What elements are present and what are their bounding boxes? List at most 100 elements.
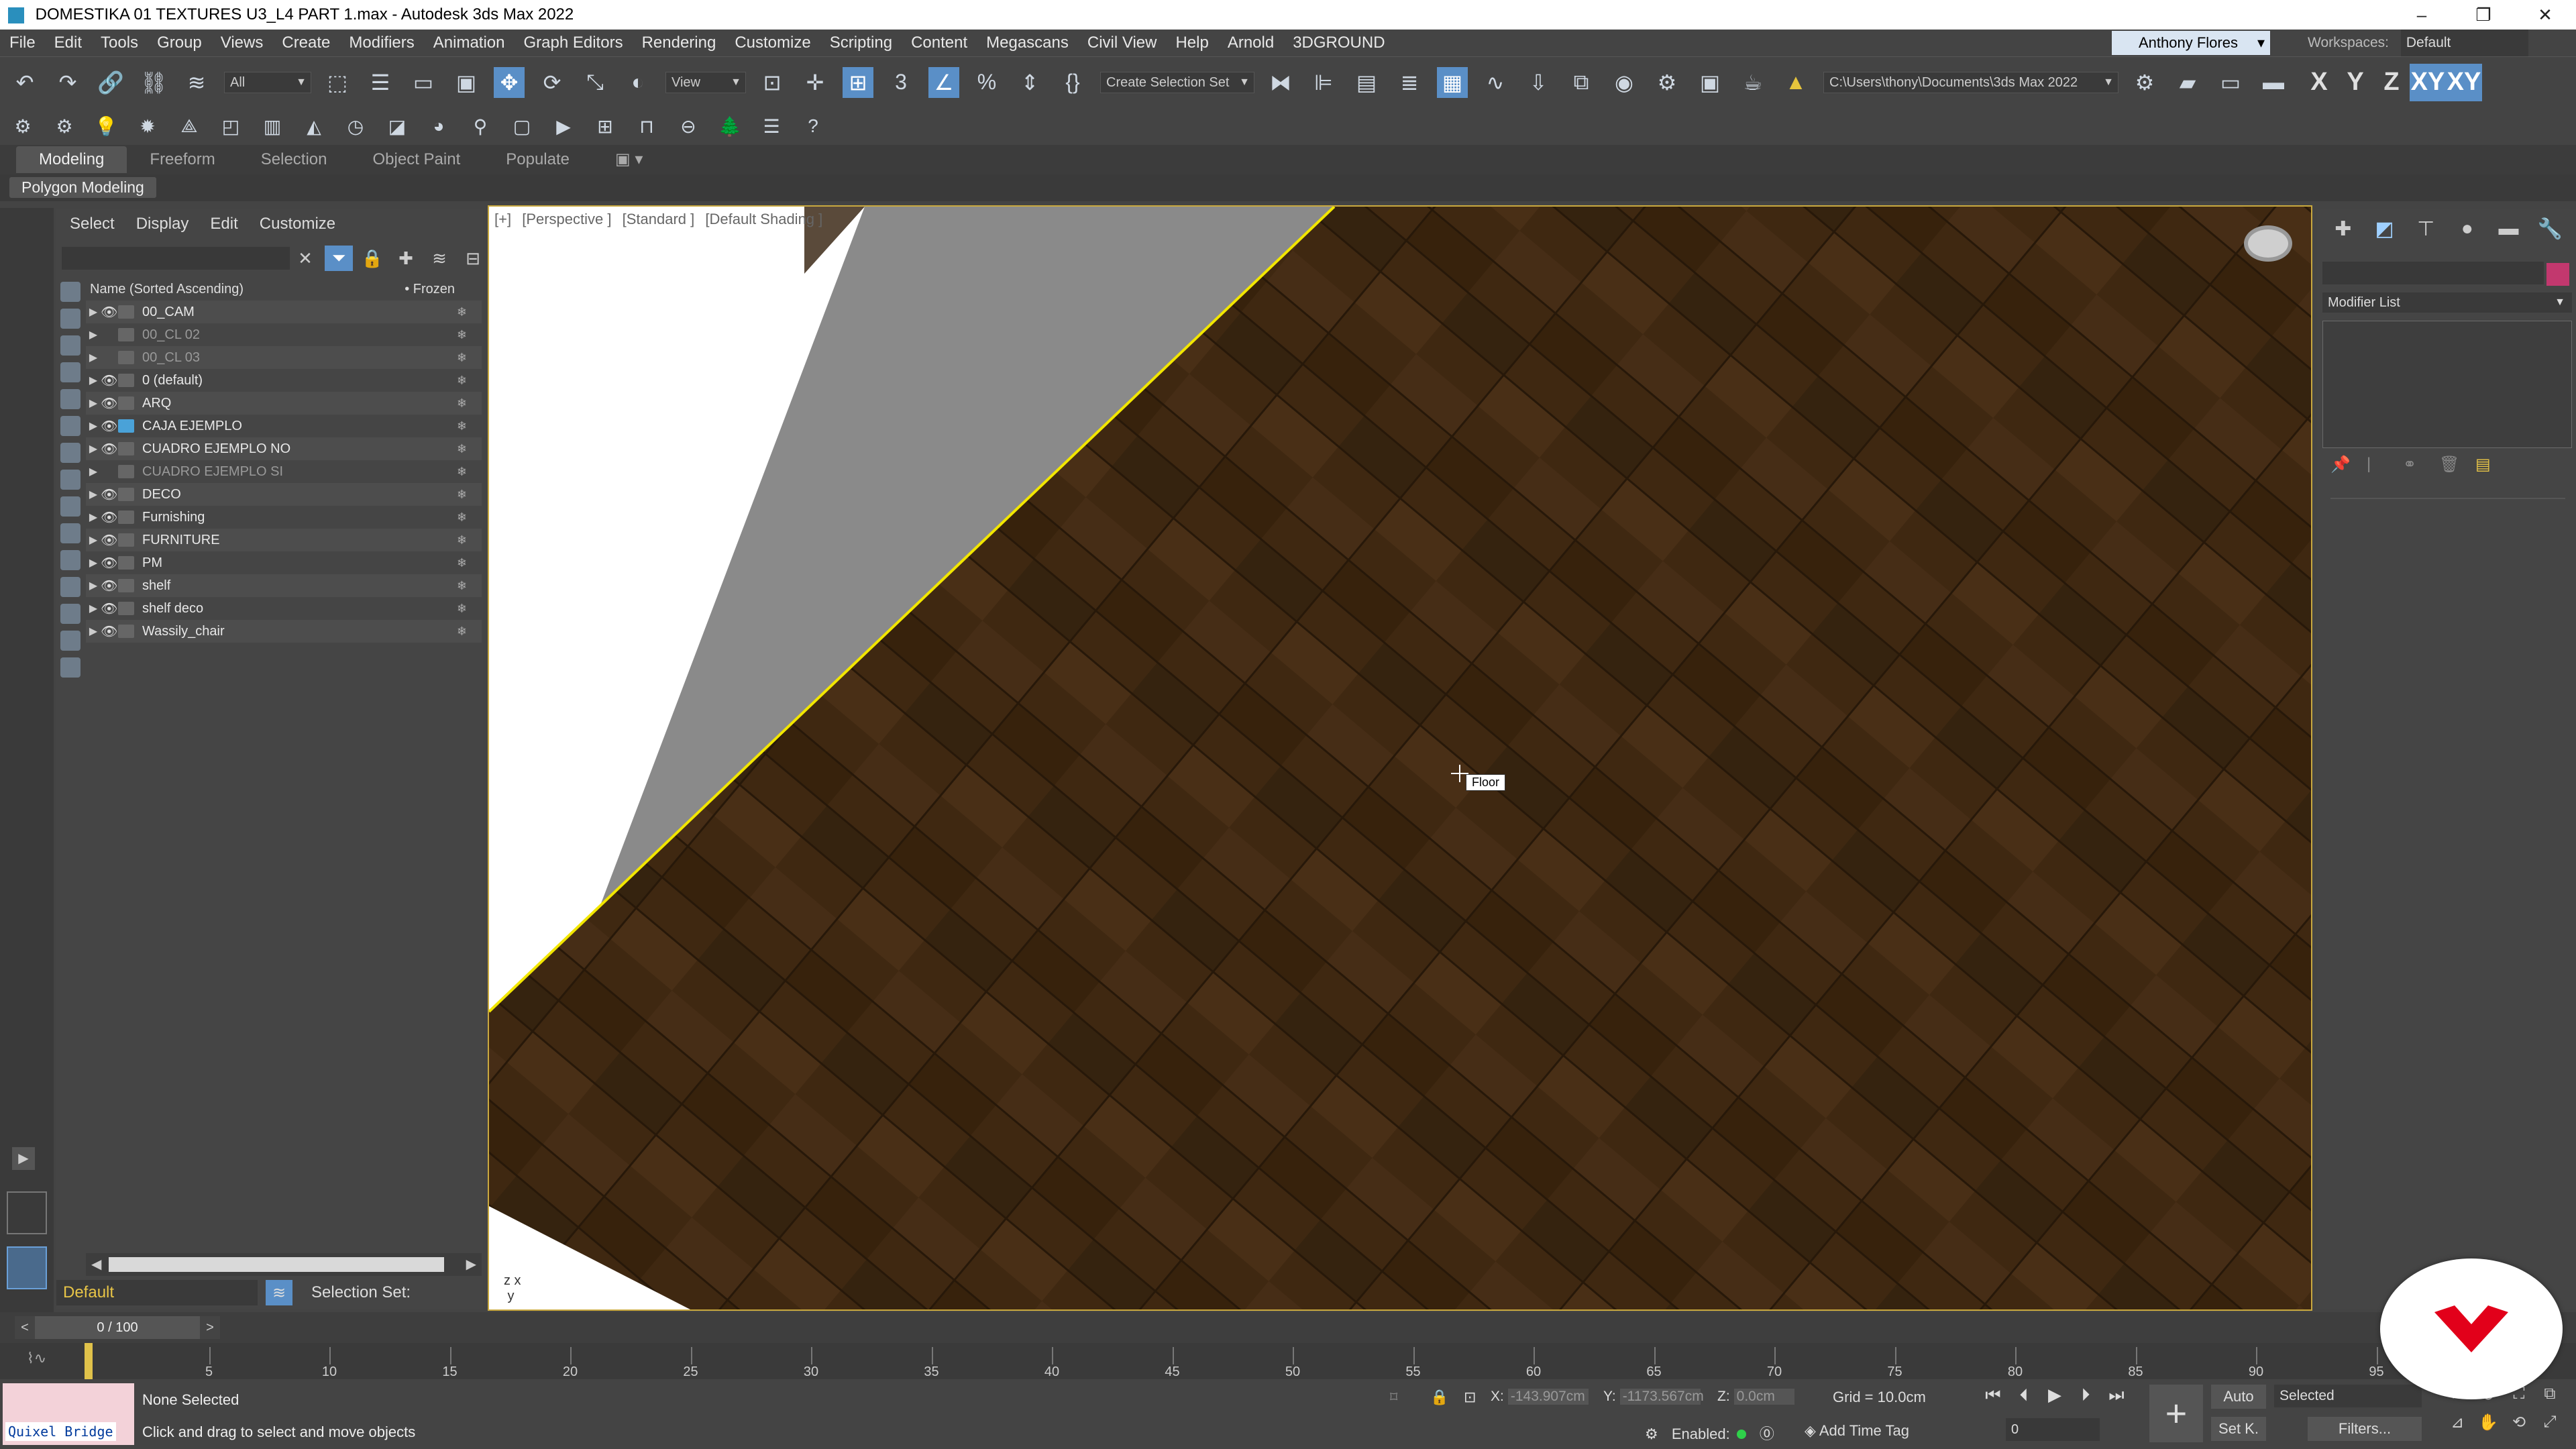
curve-editor-mini-icon[interactable]: ⌇∿ <box>27 1350 46 1367</box>
list-item[interactable]: ▶ 00_CL 03 ❄ <box>86 346 482 369</box>
selection-filter-dropdown[interactable]: All ▼ <box>224 71 311 93</box>
procedural-icon[interactable]: ◭ <box>301 113 327 140</box>
go-to-end-icon[interactable]: ⏭ <box>2101 1385 2132 1406</box>
list-item[interactable]: ▶ 👁 PM ❄ <box>86 551 482 574</box>
explorer-menu-edit[interactable]: Edit <box>210 215 237 233</box>
polygon-modeling-button[interactable]: Polygon Modeling <box>9 177 156 198</box>
expand-arrow-icon[interactable]: ▶ <box>86 374 101 387</box>
hidden-filter-icon[interactable] <box>60 577 80 597</box>
viewport-menu-plus[interactable]: [+] <box>494 211 511 227</box>
expand-arrow-icon[interactable]: ▶ <box>86 442 101 455</box>
snowflake-icon[interactable]: ❄ <box>457 328 467 342</box>
viewport-render-icon[interactable]: ▶ <box>550 113 577 140</box>
eye-icon[interactable]: 👁 <box>101 372 118 389</box>
keyboard-shortcut-override-icon[interactable]: ⊞ <box>843 66 873 98</box>
set-project-icon[interactable]: ⚙ <box>2129 67 2160 98</box>
viewcube-icon[interactable] <box>2244 225 2292 262</box>
delete-modifier-icon[interactable]: 🗑 <box>2439 455 2466 474</box>
scroll-right-icon[interactable]: ▶ <box>466 1256 476 1273</box>
eye-icon[interactable]: 👁 <box>101 395 118 412</box>
redo-icon[interactable]: ↷ <box>52 67 83 98</box>
snowflake-icon[interactable]: ❄ <box>457 396 467 411</box>
snowflake-icon[interactable]: ❄ <box>457 305 467 319</box>
prev-frame-icon[interactable]: < <box>15 1316 35 1339</box>
invert-filter-icon[interactable] <box>60 657 80 678</box>
display-tab-icon[interactable]: ▬ <box>2488 217 2530 241</box>
eye-icon[interactable]: 👁 <box>101 555 118 572</box>
snap-toggle-icon[interactable]: 3 <box>885 67 916 98</box>
menu-views[interactable]: Views <box>211 34 273 52</box>
scroll-left-icon[interactable]: ◀ <box>91 1256 101 1273</box>
window-crossing-icon[interactable]: ▣ <box>451 67 482 98</box>
axis-x-button[interactable]: X <box>2301 64 2337 101</box>
light-filter-icon[interactable] <box>60 335 80 356</box>
field-of-view-icon[interactable]: ⊿ <box>2442 1413 2473 1441</box>
expand-arrow-icon[interactable]: ▶ <box>86 465 101 478</box>
current-frame-field[interactable]: 0 <box>2006 1418 2100 1441</box>
placement-icon[interactable]: ◐ <box>623 67 653 98</box>
eye-icon[interactable]: 👁 <box>101 509 118 526</box>
viewport-shading[interactable]: [Default Shading ] <box>705 211 822 227</box>
xref-filter-icon[interactable] <box>60 470 80 490</box>
isolate-icon[interactable]: ⌑ <box>1390 1389 1397 1406</box>
expand-arrow-icon[interactable]: ▶ <box>86 328 101 341</box>
create-group-icon[interactable]: ⚙ <box>51 113 78 140</box>
modify-tab-icon[interactable]: ◩ <box>2364 217 2406 241</box>
explorer-menu-select[interactable]: Select <box>70 215 115 233</box>
frozen-column-header[interactable]: • Frozen <box>405 279 455 299</box>
tab-freeform[interactable]: Freeform <box>127 146 237 173</box>
orbit-icon[interactable]: ⟲ <box>2504 1413 2534 1441</box>
expand-arrow-icon[interactable]: ▶ <box>86 305 101 319</box>
play-icon[interactable]: ▶ <box>2039 1385 2070 1406</box>
quixel-bridge-label[interactable]: Quixel Bridge <box>5 1422 116 1441</box>
render-view-icon[interactable]: ◪ <box>384 113 411 140</box>
viewport-standard[interactable]: [Standard ] <box>623 211 695 227</box>
render-production-icon[interactable]: ☕ <box>1737 67 1768 98</box>
pin-stack-icon[interactable]: 📌 <box>2330 455 2357 474</box>
spacewarp-filter-icon[interactable] <box>60 416 80 436</box>
count-badge-icon[interactable]: ⓪ <box>1760 1426 1774 1442</box>
menu-civil-view[interactable]: Civil View <box>1078 34 1167 52</box>
menu-megascans[interactable]: Megascans <box>977 34 1078 52</box>
expand-arrow-icon[interactable]: ▶ <box>12 1147 35 1170</box>
layout-tab-1[interactable] <box>7 1191 47 1234</box>
frame-icon[interactable]: ▢ <box>508 113 535 140</box>
tab-selection[interactable]: Selection <box>238 146 350 173</box>
go-to-start-icon[interactable]: ⏮ <box>1978 1385 2008 1406</box>
utilities-tab-icon[interactable]: 🔧 <box>2529 217 2571 241</box>
pivot-center-icon[interactable]: ⊡ <box>757 67 788 98</box>
expand-arrow-icon[interactable]: ▶ <box>86 602 101 615</box>
layout-tab-2[interactable] <box>7 1246 47 1289</box>
track-bar[interactable]: ⌇∿ 5 10 15 20 25 30 35 40 45 50 55 60 65 70 75 80 85 90 95 <box>0 1343 2576 1379</box>
create-tab-icon[interactable]: ✚ <box>2322 217 2364 241</box>
edit-named-selection-icon[interactable]: {} <box>1057 67 1088 98</box>
light-icon[interactable]: 💡 <box>93 113 119 140</box>
previous-frame-icon[interactable]: ⏴ <box>2008 1385 2039 1406</box>
restore-button[interactable]: ❐ <box>2453 0 2514 30</box>
align-icon[interactable]: ⊫ <box>1308 67 1339 98</box>
open-project-icon[interactable]: ▰ <box>2172 67 2203 98</box>
camera-filter-icon[interactable] <box>60 362 80 382</box>
arnold-render-icon[interactable]: ◷ <box>342 113 369 140</box>
perspective-viewport[interactable]: [+] [Perspective ] [Standard ] [Default … <box>488 205 2312 1311</box>
expand-arrow-icon[interactable]: ▶ <box>86 625 101 638</box>
snowflake-icon[interactable]: ❄ <box>457 442 467 456</box>
snowflake-icon[interactable]: ❄ <box>457 374 467 388</box>
y-value-field[interactable]: -1173.567cm <box>1619 1389 1704 1405</box>
dope-sheet-icon[interactable]: ⇩ <box>1523 67 1554 98</box>
select-object-icon[interactable]: ⬚ <box>322 67 353 98</box>
light-bulb-icon[interactable]: ⚲ <box>467 113 494 140</box>
axis-xy-cycle-button[interactable]: XY <box>2446 63 2482 101</box>
none-filter-icon[interactable] <box>60 631 80 651</box>
expand-arrow-icon[interactable]: ▶ <box>86 351 101 364</box>
name-column-header[interactable]: Name (Sorted Ascending) <box>90 282 244 297</box>
material-editor-icon[interactable]: ◉ <box>1609 67 1640 98</box>
viewport-point-of-view[interactable]: [Perspective ] <box>522 211 611 227</box>
maximize-viewport-icon[interactable]: ⤢ <box>2534 1413 2565 1441</box>
angle-snap-icon[interactable]: ∠ <box>928 66 959 98</box>
selection-lock-icon[interactable]: 🔒 <box>1430 1389 1448 1406</box>
expand-arrow-icon[interactable]: ▶ <box>86 419 101 433</box>
layer-explorer-icon[interactable]: ≣ <box>1394 67 1425 98</box>
spinner-snap-icon[interactable]: ⇕ <box>1014 67 1045 98</box>
modifier-list-dropdown[interactable]: Modifier List ▼ <box>2322 292 2572 313</box>
